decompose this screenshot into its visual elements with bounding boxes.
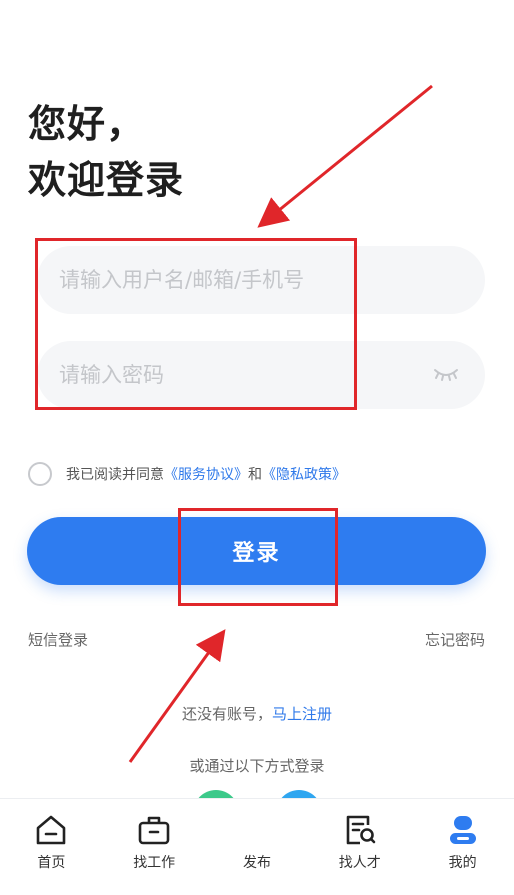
tab-mine[interactable]: 我的 xyxy=(411,799,514,895)
tab-home[interactable]: 首页 xyxy=(0,799,103,895)
privacy-policy-link[interactable]: 《隐私政策》 xyxy=(262,464,346,484)
login-button-label: 登录 xyxy=(232,541,281,566)
tab-find-job-label: 找工作 xyxy=(133,855,176,871)
tab-home-label: 首页 xyxy=(37,855,66,871)
tab-publish[interactable]: 发布 xyxy=(206,799,309,895)
arrow-to-login xyxy=(128,629,226,763)
greeting: 您好， 欢迎登录 xyxy=(28,96,184,208)
greeting-line-1: 您好， xyxy=(28,102,146,146)
tab-find-talent[interactable]: 找人才 xyxy=(308,799,411,895)
sms-login-link[interactable]: 短信登录 xyxy=(28,629,88,650)
eye-closed-icon[interactable] xyxy=(433,365,459,383)
username-field[interactable] xyxy=(37,246,485,314)
briefcase-icon xyxy=(138,816,170,845)
search-document-icon xyxy=(346,815,376,845)
agree-checkbox[interactable] xyxy=(28,462,52,486)
other-login-methods-text: 或通过以下方式登录 xyxy=(189,757,325,775)
user-icon xyxy=(449,816,476,844)
arrow-to-inputs xyxy=(257,84,433,228)
password-input[interactable] xyxy=(57,362,425,388)
agree-prefix: 我已阅读并同意 xyxy=(66,467,164,483)
tab-mine-label: 我的 xyxy=(448,855,477,871)
tab-find-job[interactable]: 找工作 xyxy=(103,799,206,895)
tab-find-talent-label: 找人才 xyxy=(338,855,381,871)
service-agreement-link[interactable]: 《服务协议》 xyxy=(164,464,248,484)
greeting-line-2: 欢迎登录 xyxy=(28,158,185,202)
register-row: 还没有账号，马上注册 xyxy=(0,703,514,724)
tab-publish-label: 发布 xyxy=(242,855,271,871)
home-icon xyxy=(37,815,66,845)
bottom-tabbar: 首页 找工作 发布 找人才 我的 xyxy=(0,798,514,895)
login-button[interactable]: 登录 xyxy=(27,517,486,585)
register-link[interactable]: 马上注册 xyxy=(272,705,332,723)
agreement-row: 我已阅读并同意 《服务协议》 和 《隐私政策》 xyxy=(28,462,346,486)
password-field[interactable] xyxy=(37,341,485,409)
no-account-text: 还没有账号， xyxy=(181,705,272,723)
username-input[interactable] xyxy=(57,267,485,293)
forgot-password-link[interactable]: 忘记密码 xyxy=(425,629,485,650)
agree-and: 和 xyxy=(248,467,262,483)
